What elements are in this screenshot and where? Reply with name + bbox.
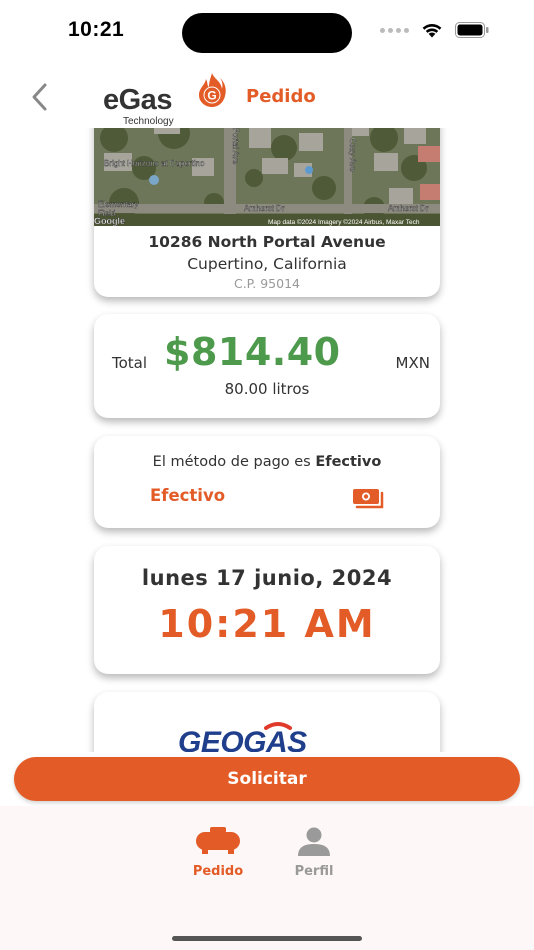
- map-credit: Map data ©2024 Imagery ©2024 Airbus, Max…: [268, 218, 420, 226]
- total-amount: $814.40: [164, 330, 341, 374]
- logo-subtitle: Technology: [123, 116, 174, 127]
- page-title: Pedido: [246, 86, 316, 107]
- delivery-time: 10:21 AM: [158, 602, 376, 646]
- payment-method-card[interactable]: El método de pago es Efectivo Efectivo: [94, 436, 440, 528]
- app-header: eGas Technology G Pedido: [0, 64, 534, 128]
- cellular-signal-icon: [380, 27, 409, 33]
- tab-perfil-label: Perfil: [294, 864, 334, 879]
- flame-logo-icon: G: [199, 73, 226, 107]
- map-label-portal: Portal Ave: [231, 128, 240, 165]
- address-postal-code: C.P. 95014: [233, 276, 300, 291]
- total-card: Total $814.40 MXN 80.00 litros: [94, 314, 440, 418]
- satellite-map: Bright Horizons at Cupertino Amherst Dr …: [94, 128, 440, 226]
- provider-card[interactable]: GEOGAS: [94, 692, 440, 752]
- tab-pedido[interactable]: Pedido: [178, 826, 258, 879]
- map-label-place: Bright Horizons at Cupertino: [104, 159, 205, 168]
- payment-description: El método de pago es Efectivo: [94, 454, 440, 470]
- battery-icon: [455, 22, 489, 38]
- payment-method-bold: Efectivo: [315, 454, 382, 470]
- egas-logo: eGas Technology G: [103, 72, 233, 127]
- tab-pedido-label: Pedido: [192, 864, 244, 879]
- address-card: Bright Horizons at Cupertino Amherst Dr …: [94, 128, 440, 297]
- tab-bar: Pedido Perfil: [0, 806, 534, 950]
- map-label-street1: Amherst Dr: [244, 204, 285, 213]
- tab-perfil[interactable]: Perfil: [274, 826, 354, 879]
- person-icon: [298, 827, 330, 856]
- gas-tank-icon: [196, 827, 240, 854]
- cash-icon: [353, 489, 384, 509]
- payment-prefix: El método de pago es: [152, 454, 311, 470]
- address-street: 10286 North Portal Avenue: [148, 233, 386, 251]
- home-indicator: [172, 936, 362, 941]
- payment-method-label: Efectivo: [150, 486, 226, 505]
- chevron-left-icon: [32, 83, 47, 111]
- solicitar-button[interactable]: Solicitar: [14, 757, 520, 801]
- total-label: Total: [112, 354, 148, 372]
- geogas-logo: GEOGAS: [178, 722, 308, 752]
- status-bar: 10:21: [0, 0, 534, 64]
- order-scroll-view[interactable]: Bright Horizons at Cupertino Amherst Dr …: [0, 128, 534, 752]
- map-label-street2: Amherst Dr: [388, 204, 429, 213]
- status-icons: [380, 22, 489, 38]
- school-marker-icon: [149, 175, 159, 185]
- map-view[interactable]: Bright Horizons at Cupertino Amherst Dr …: [94, 128, 440, 226]
- schedule-card[interactable]: lunes 17 junio, 2024 10:21 AM: [94, 546, 440, 674]
- dynamic-island: [182, 13, 352, 53]
- wifi-icon: [422, 23, 442, 38]
- map-label-cozy: Cozy Ave: [348, 138, 357, 172]
- back-button[interactable]: [24, 80, 54, 114]
- map-label-school: Elementary: [98, 200, 138, 209]
- map-label-google: Google: [94, 216, 125, 226]
- logo-badge: G: [207, 89, 216, 103]
- total-liters: 80.00 litros: [224, 380, 310, 398]
- logo-text: eGas: [103, 84, 172, 116]
- status-time: 10:21: [68, 18, 125, 41]
- total-currency: MXN: [395, 354, 430, 372]
- address-city: Cupertino, California: [187, 255, 347, 273]
- delivery-date: lunes 17 junio, 2024: [141, 566, 393, 590]
- provider-name: GEOGAS: [178, 726, 307, 752]
